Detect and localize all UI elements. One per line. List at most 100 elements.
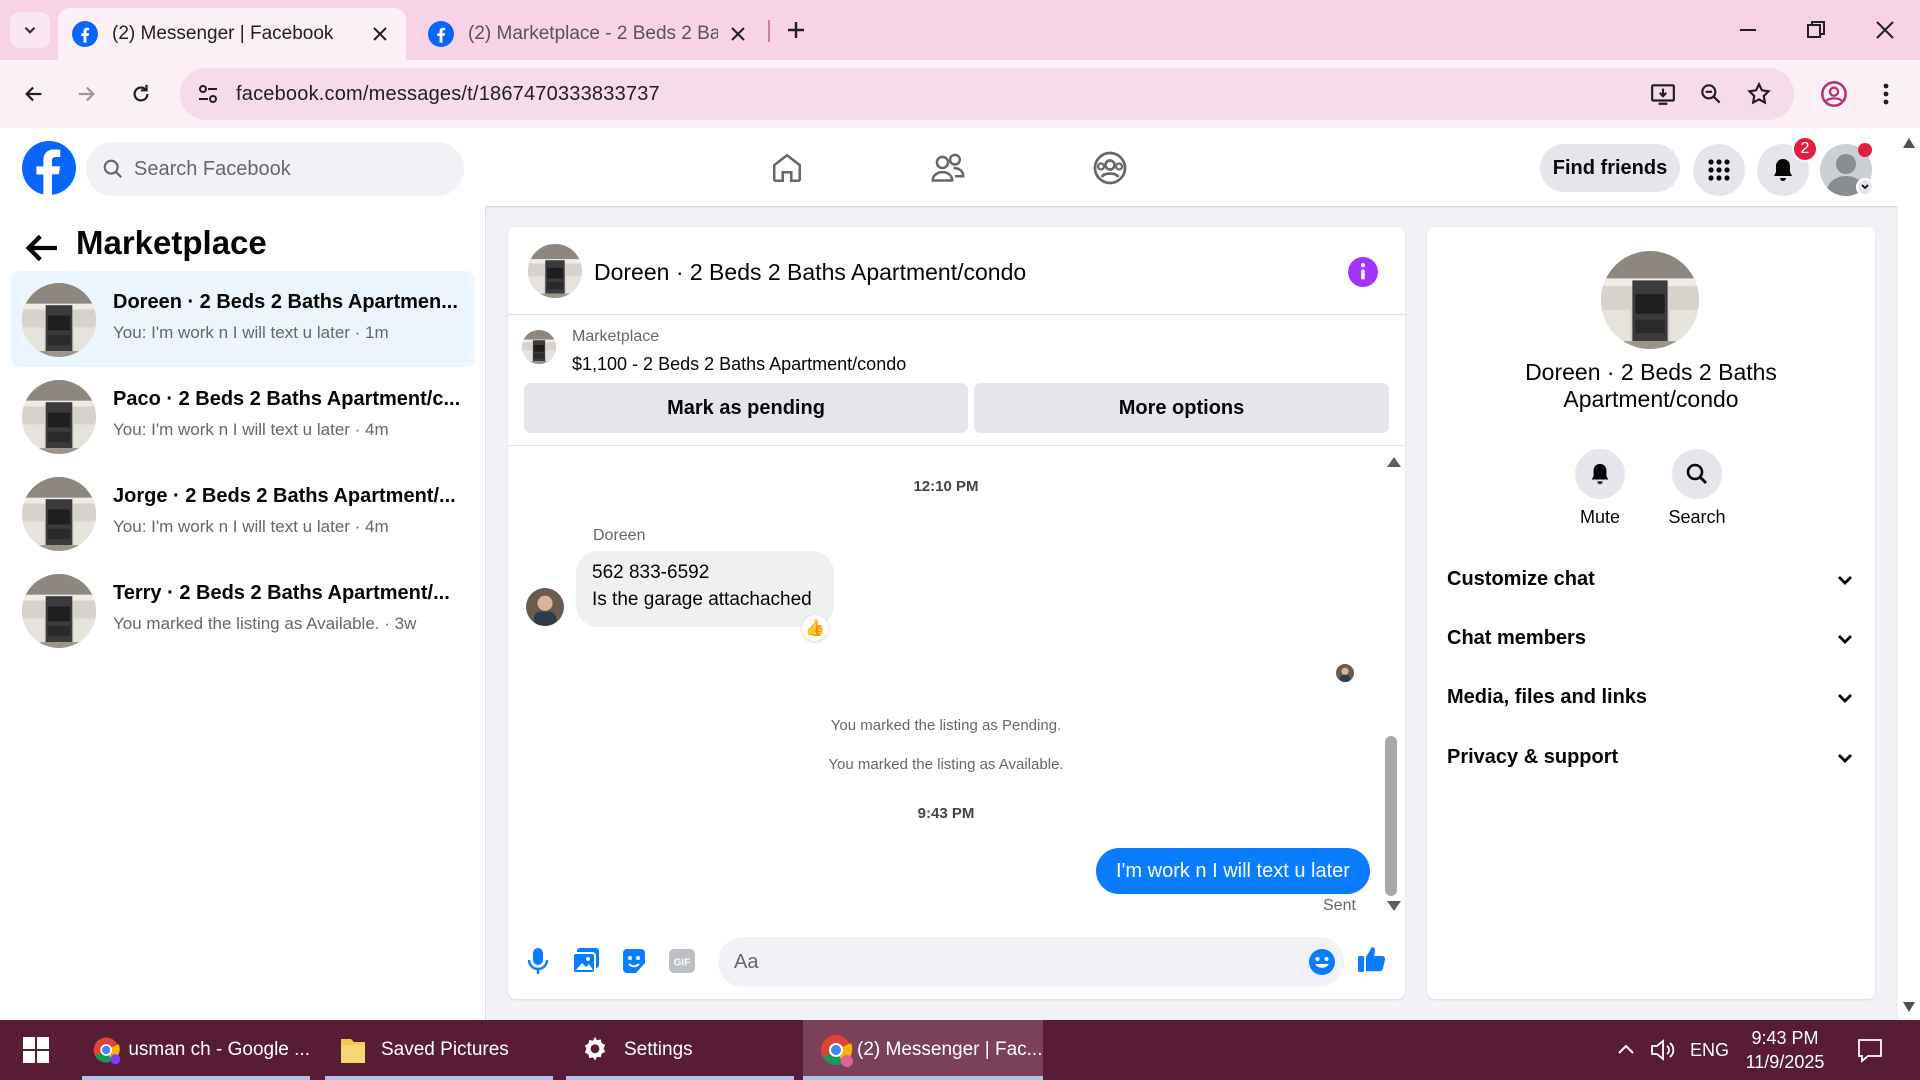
emoji-button[interactable] (1304, 944, 1340, 980)
account-menu-chevron[interactable] (1856, 178, 1874, 196)
sticker-button[interactable] (616, 943, 652, 979)
timestamp: 9:43 PM (917, 805, 975, 822)
listing-thumbnail[interactable] (522, 330, 556, 364)
gif-button[interactable]: GIF (664, 943, 700, 979)
section-label: Privacy & support (1447, 746, 1619, 768)
new-tab-button[interactable] (780, 14, 812, 46)
send-like-button[interactable] (1354, 941, 1390, 977)
nav-friends[interactable] (918, 144, 978, 192)
language-indicator[interactable]: ENG (1690, 1040, 1729, 1061)
page-scrollbar[interactable] (1898, 128, 1920, 1020)
conversation-item[interactable]: Terry · 2 Beds 2 Baths Apartment/... You… (11, 562, 475, 658)
tab-messenger[interactable]: (2) Messenger | Facebook (58, 8, 406, 60)
conversation-name: Doreen · 2 Beds 2 Baths Apartmen... (113, 291, 458, 313)
reload-button[interactable] (121, 74, 161, 114)
gif-icon: GIF (669, 949, 695, 973)
privacy-support-section[interactable]: Privacy & support (1447, 732, 1857, 782)
nav-home[interactable] (757, 144, 817, 192)
clock-date: 11/9/2025 (1745, 1052, 1825, 1072)
svg-text:GIF: GIF (674, 958, 691, 969)
site-settings-icon[interactable] (196, 82, 220, 106)
url-text[interactable]: facebook.com/messages/t/1867470333833737 (236, 83, 660, 106)
taskbar-messenger-window[interactable]: (2) Messenger | Fac... (803, 1020, 1043, 1080)
windows-logo-icon (23, 1037, 49, 1063)
customize-chat-section[interactable]: Customize chat (1447, 554, 1857, 604)
scroll-up-icon[interactable] (1903, 138, 1915, 148)
conversation-item[interactable]: Paco · 2 Beds 2 Baths Apartment/c... You… (11, 368, 475, 464)
info-icon[interactable] (1348, 257, 1378, 287)
marketplace-sidebar: Marketplace Doreen · 2 Beds 2 Baths Apar… (0, 206, 486, 1020)
chevron-up-icon[interactable] (1616, 1040, 1636, 1060)
thumbs-up-reaction-icon[interactable]: 👍 (802, 615, 828, 641)
listing-avatar[interactable] (1601, 251, 1699, 349)
chat-members-section[interactable]: Chat members (1447, 613, 1857, 663)
close-tab-icon[interactable] (368, 22, 392, 46)
taskbar-item-label: (2) Messenger | Fac... (857, 1039, 1043, 1060)
taskbar-chrome-window[interactable]: usman ch - Google ... (82, 1020, 310, 1080)
restore-button[interactable] (1791, 8, 1841, 52)
back-button[interactable] (14, 74, 54, 114)
received-message-bubble[interactable]: 562 833-6592 Is the garage attachached (576, 551, 834, 627)
friends-icon (931, 153, 965, 182)
chat-pane: Doreen · 2 Beds 2 Baths Apartment/condo … (508, 227, 1405, 999)
profile-icon (1821, 81, 1847, 107)
windows-taskbar: usman ch - Google ... Saved Pictures Set… (0, 1020, 1920, 1080)
listing-event: You marked the listing as Available. (828, 756, 1064, 773)
scroll-down-icon[interactable] (1387, 901, 1401, 911)
tab-marketplace[interactable]: (2) Marketplace - 2 Beds 2 Bath (414, 8, 764, 60)
message-input[interactable] (718, 937, 1344, 987)
gear-icon (584, 1036, 606, 1061)
voice-clip-button[interactable] (520, 943, 556, 979)
conversation-item[interactable]: Doreen · 2 Beds 2 Baths Apartmen... You:… (11, 271, 475, 367)
message-status: Sent (1323, 897, 1356, 914)
taskbar-settings-window[interactable]: Settings (566, 1020, 794, 1080)
active-indicator (566, 1076, 794, 1080)
chrome-icon (93, 1037, 121, 1065)
conversation-item[interactable]: Jorge · 2 Beds 2 Baths Apartment/... You… (11, 465, 475, 561)
attach-photo-button[interactable] (568, 943, 604, 979)
install-app-icon[interactable] (1650, 81, 1676, 107)
scroll-up-icon[interactable] (1387, 457, 1401, 467)
scroll-down-icon[interactable] (1903, 1002, 1915, 1012)
find-friends-button[interactable]: Find friends (1540, 144, 1680, 192)
minimize-button[interactable] (1723, 8, 1773, 52)
home-icon (772, 153, 802, 183)
chevron-down-icon (1838, 754, 1852, 763)
notifications-center-icon[interactable] (1856, 1036, 1884, 1064)
conversation-name: Terry · 2 Beds 2 Baths Apartment/... (113, 582, 450, 604)
close-tab-icon[interactable] (726, 22, 750, 46)
chat-thumbnail[interactable] (528, 244, 582, 298)
conversation-info-pane: Doreen · 2 Beds 2 Baths Apartment/condo … (1427, 227, 1875, 999)
browser-menu-button[interactable] (1866, 74, 1906, 114)
back-arrow-icon[interactable] (22, 228, 62, 268)
nav-groups[interactable] (1080, 144, 1140, 192)
system-clock[interactable]: 9:43 PM 11/9/2025 (1740, 1026, 1830, 1074)
close-window-button[interactable] (1860, 8, 1910, 52)
taskbar-explorer-window[interactable]: Saved Pictures (325, 1020, 553, 1080)
chat-title[interactable]: Doreen · 2 Beds 2 Baths Apartment/condo (594, 259, 1026, 286)
profile-button[interactable] (1814, 74, 1854, 114)
chat-scrollbar-thumb[interactable] (1385, 736, 1397, 896)
menu-grid-button[interactable] (1693, 144, 1745, 196)
listing-title[interactable]: $1,100 - 2 Beds 2 Baths Apartment/condo (572, 354, 906, 375)
tab-search-button[interactable] (10, 12, 50, 48)
mute-button[interactable]: Mute (1560, 449, 1640, 528)
mute-label: Mute (1579, 507, 1621, 527)
address-bar[interactable]: facebook.com/messages/t/1867470333833737 (180, 68, 1794, 120)
active-indicator (325, 1076, 553, 1080)
sent-message-bubble[interactable]: I'm work n I will text u later (1096, 848, 1370, 894)
zoom-icon[interactable] (1698, 81, 1724, 107)
facebook-search-input[interactable]: Search Facebook (86, 142, 464, 196)
media-files-links-section[interactable]: Media, files and links (1447, 672, 1857, 722)
listing-label: Marketplace (572, 328, 660, 345)
sender-avatar[interactable] (526, 588, 564, 626)
facebook-logo-icon[interactable] (22, 141, 76, 195)
section-label: Media, files and links (1447, 686, 1648, 708)
volume-icon[interactable] (1650, 1038, 1676, 1062)
forward-button[interactable] (66, 74, 106, 114)
start-button[interactable] (10, 1020, 62, 1080)
search-conversation-button[interactable]: Search (1657, 449, 1737, 528)
more-options-button[interactable]: More options (974, 383, 1389, 433)
mark-as-pending-button[interactable]: Mark as pending (524, 383, 968, 433)
bookmark-star-icon[interactable] (1746, 81, 1772, 107)
